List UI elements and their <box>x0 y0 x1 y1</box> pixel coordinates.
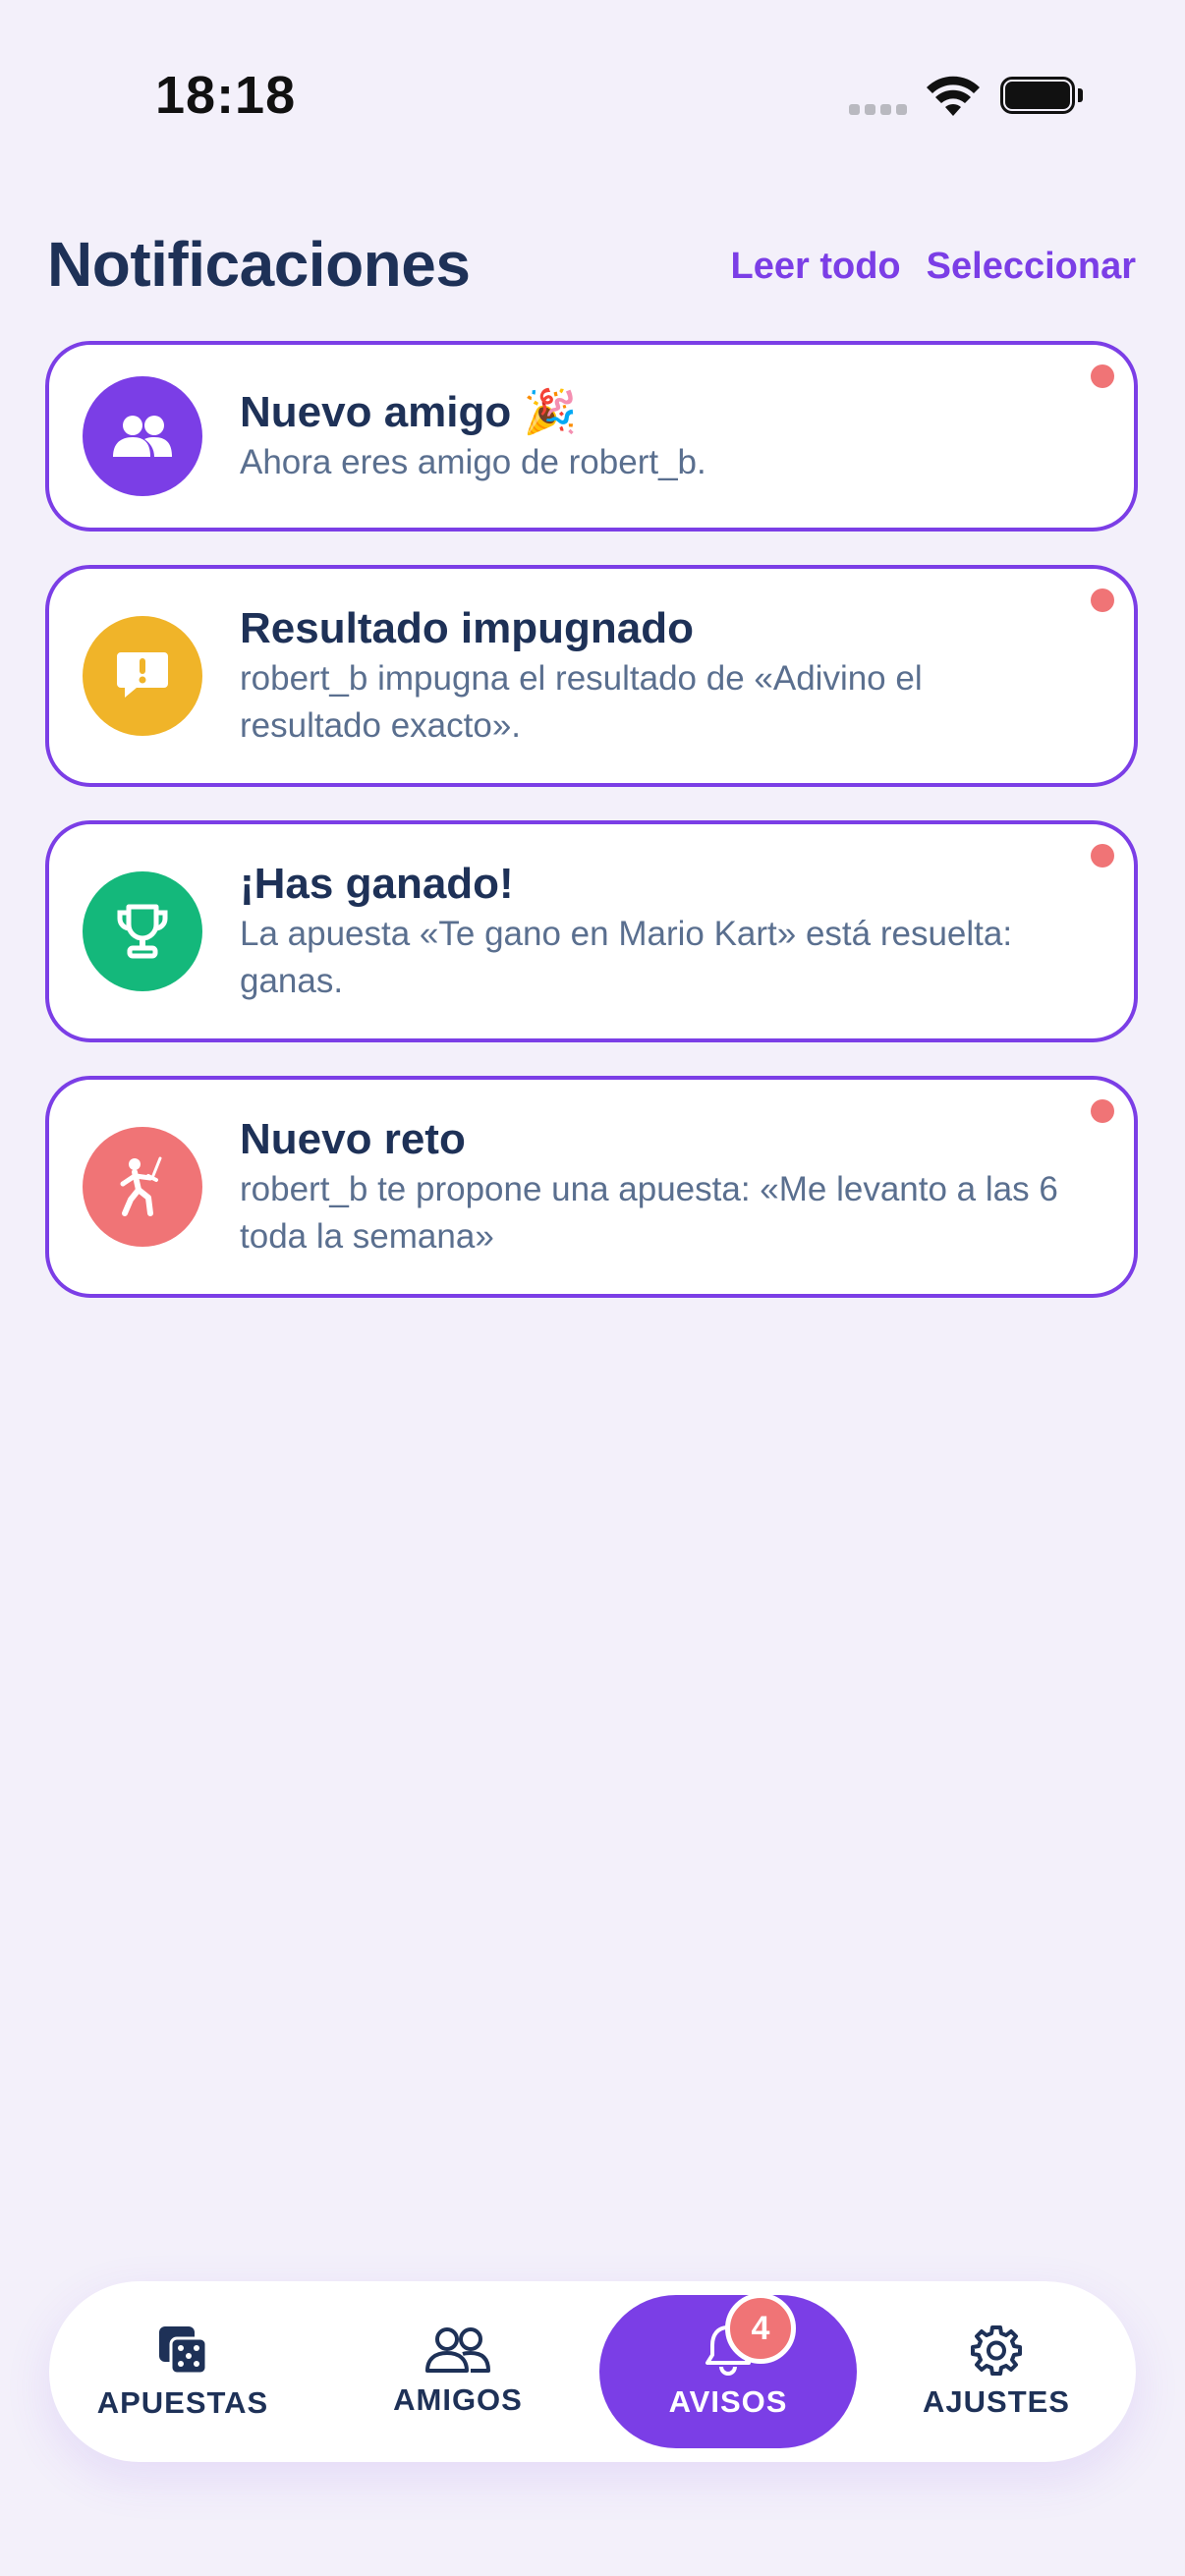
notification-body: La apuesta «Te gano en Mario Kart» está … <box>240 915 1013 1000</box>
tab-label: AVISOS <box>668 2384 788 2419</box>
notification-list: Nuevo amigo 🎉 Ahora eres amigo de robert… <box>45 341 1138 1331</box>
tab-label: AMIGOS <box>393 2382 523 2417</box>
fencing-icon <box>120 1156 162 1216</box>
tab-label: AJUSTES <box>923 2384 1070 2419</box>
notification-card-result-disputed[interactable]: Resultado impugnado robert_b impugna el … <box>45 565 1138 787</box>
party-emoji: 🎉 <box>523 388 578 436</box>
notification-icon-badge <box>83 616 202 736</box>
notification-icon-badge <box>83 376 202 496</box>
status-time: 18:18 <box>155 66 297 125</box>
cellular-signal-icon <box>849 104 908 118</box>
unread-dot <box>1091 364 1114 388</box>
notification-card-new-friend[interactable]: Nuevo amigo 🎉 Ahora eres amigo de robert… <box>45 341 1138 532</box>
battery-icon <box>1000 77 1083 114</box>
alert-message-icon <box>117 652 168 698</box>
notification-body: robert_b impugna el resultado de «Adivin… <box>240 659 923 745</box>
header-actions: Leer todo Seleccionar <box>731 246 1136 288</box>
page-title: Notificaciones <box>47 229 471 300</box>
unread-dot <box>1091 1099 1114 1123</box>
notification-title: Nuevo amigo <box>240 388 512 436</box>
tab-avisos[interactable]: AVISOS 4 <box>599 2293 857 2448</box>
wifi-icon <box>927 76 980 116</box>
notification-body: robert_b te propone una apuesta: «Me lev… <box>240 1170 1058 1256</box>
notification-card-you-won[interactable]: ¡Has ganado! La apuesta «Te gano en Mari… <box>45 820 1138 1042</box>
notification-title: Nuevo reto <box>240 1115 466 1163</box>
notification-card-new-challenge[interactable]: Nuevo reto robert_b te propone una apues… <box>45 1076 1138 1298</box>
friends-outline-icon <box>425 2327 490 2373</box>
notification-title: ¡Has ganado! <box>240 860 514 908</box>
notification-icon-badge <box>83 1127 202 1247</box>
dice-icon <box>159 2326 208 2376</box>
notification-body: Ahora eres amigo de robert_b. <box>240 443 706 481</box>
tab-apuestas[interactable]: APUESTAS <box>69 2281 297 2462</box>
read-all-button[interactable]: Leer todo <box>731 246 901 288</box>
notification-count-badge: 4 <box>725 2293 796 2364</box>
unread-dot <box>1091 588 1114 612</box>
friends-icon <box>113 416 172 457</box>
tab-label: APUESTAS <box>96 2385 269 2420</box>
bottom-tab-bar: APUESTAS AMIGOS AVISOS 4 AJUSTES <box>49 2281 1136 2462</box>
status-bar: 18:18 <box>0 0 1185 187</box>
tab-amigos[interactable]: AMIGOS <box>344 2281 572 2462</box>
select-button[interactable]: Seleccionar <box>927 246 1136 288</box>
notification-icon-badge <box>83 871 202 991</box>
notification-title: Resultado impugnado <box>240 604 694 652</box>
trophy-icon <box>117 904 168 959</box>
gear-icon <box>971 2325 1022 2376</box>
tab-ajustes[interactable]: AJUSTES <box>882 2281 1110 2462</box>
unread-dot <box>1091 844 1114 868</box>
